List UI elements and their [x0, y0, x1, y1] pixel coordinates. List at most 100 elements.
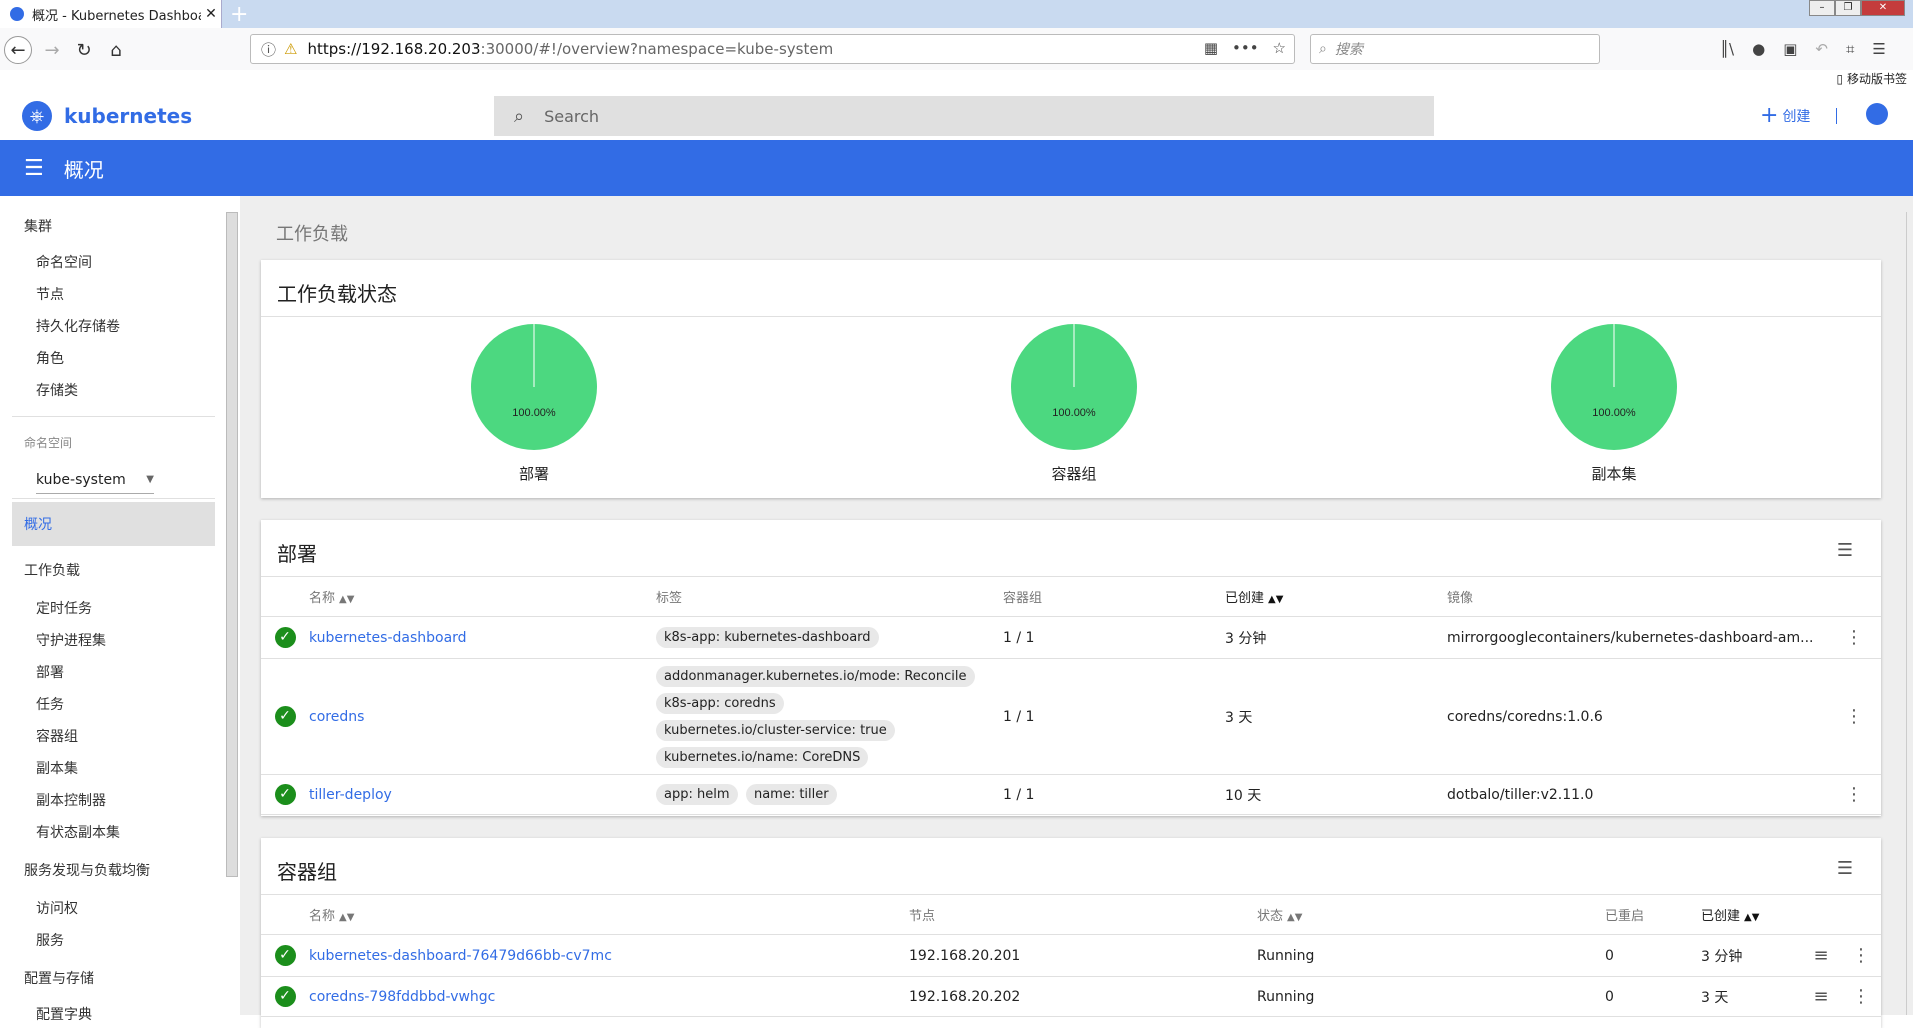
- mobile-bookmarks-label: 移动版书签: [1846, 72, 1907, 86]
- label-chip: name: tiller: [745, 784, 837, 805]
- qr-code-icon[interactable]: ▦: [1204, 39, 1218, 57]
- namespace-label: 命名空间: [24, 436, 73, 450]
- new-tab-icon[interactable]: +: [230, 2, 248, 27]
- namespace-value: kube-system: [36, 471, 126, 488]
- label-chip: k8s-app: kubernetes-dashboard: [656, 627, 879, 648]
- sidebar-item-overview-label: 概况: [24, 517, 52, 533]
- sidebar-section-cluster[interactable]: 集群: [24, 216, 52, 236]
- column-created[interactable]: 已创建 ▲▼: [1225, 576, 1447, 617]
- tab-close-icon[interactable]: ✕: [201, 6, 221, 22]
- table-row: ✓ coredns-798fddbbd-vwhgc 192.168.20.202…: [261, 976, 1881, 1017]
- browser-tab-title: 概况 - Kubernetes Dashboard: [32, 8, 201, 24]
- app-search-placeholder: Search: [544, 106, 600, 126]
- undo-icon[interactable]: ↶: [1815, 40, 1828, 58]
- table-row: ✓ kubernetes-dashboard k8s-app: kubernet…: [261, 616, 1881, 659]
- restart-count: 0: [1605, 976, 1701, 1017]
- more-actions-icon[interactable]: ⋮: [1827, 658, 1881, 775]
- sidebar-item-storage-classes[interactable]: 存储类: [36, 380, 78, 400]
- page-title: 概况: [63, 157, 104, 182]
- namespace-select[interactable]: kube-system ▼: [36, 466, 154, 494]
- more-actions-icon[interactable]: ⋮: [1827, 774, 1881, 815]
- image-name: mirrorgooglecontainers/kubernetes-dashbo…: [1447, 616, 1827, 659]
- pod-name-link[interactable]: kubernetes-dashboard-76479d66bb-cv7mc: [309, 948, 612, 964]
- deployment-name-link[interactable]: coredns: [309, 709, 364, 725]
- created-age: 10 天: [1225, 774, 1447, 815]
- kubernetes-favicon-icon: [10, 7, 24, 21]
- main-scrollbar[interactable]: [1906, 212, 1913, 1015]
- sidebar-item-persistent-volumes[interactable]: 持久化存储卷: [36, 316, 120, 336]
- workload-status-title: 工作负载状态: [277, 282, 397, 306]
- sidebar-scrollbar[interactable]: [226, 212, 238, 877]
- minimize-icon[interactable]: –: [1809, 0, 1835, 16]
- column-pods: 容器组: [1003, 576, 1225, 617]
- deployments-pie-label: 部署: [518, 465, 549, 483]
- back-icon[interactable]: ←: [4, 36, 32, 64]
- page-actions-icon[interactable]: •••: [1232, 39, 1259, 57]
- site-info-icon[interactable]: ⓘ: [261, 39, 276, 60]
- more-actions-icon[interactable]: ⋮: [1841, 934, 1881, 977]
- sidebar-icon[interactable]: ▣: [1783, 40, 1797, 58]
- deployments-card: 部署 ☰ 名称 ▲▼ 标签 容器组 已创建 ▲▼ 镜像 ✓ kubernetes-d…: [261, 520, 1881, 816]
- sidebar-item-namespaces[interactable]: 命名空间: [36, 252, 92, 272]
- logs-icon[interactable]: ≡: [1801, 934, 1841, 977]
- window-close-icon[interactable]: ✕: [1861, 0, 1905, 16]
- reload-icon[interactable]: ↻: [70, 36, 98, 64]
- url-bar[interactable]: ⓘ ⚠ https://192.168.20.203 :30000/#!/ove…: [250, 34, 1295, 64]
- column-name[interactable]: 名称 ▲▼: [309, 894, 909, 935]
- account-icon[interactable]: [1866, 103, 1888, 125]
- table-row: ✓ tiller-deploy app: helm name: tiller 1…: [261, 774, 1881, 815]
- label-chip: kubernetes.io/cluster-service: true: [656, 719, 895, 741]
- browser-search-input[interactable]: ⌕ 搜索: [1310, 34, 1600, 64]
- create-button[interactable]: + 创建: [1760, 103, 1810, 128]
- deployment-name-link[interactable]: tiller-deploy: [309, 787, 392, 803]
- column-created[interactable]: 已创建 ▲▼: [1701, 894, 1801, 935]
- sidebar-item-nodes[interactable]: 节点: [36, 284, 64, 304]
- chat-icon[interactable]: ●: [1752, 40, 1765, 58]
- dropdown-arrow-icon: ▼: [146, 474, 154, 485]
- browser-tab[interactable]: 概况 - Kubernetes Dashboard ✕: [0, 0, 222, 28]
- deployment-name-link[interactable]: kubernetes-dashboard: [309, 630, 467, 646]
- replica-sets-pie-label: 副本集: [1591, 465, 1637, 483]
- more-actions-icon[interactable]: ⋮: [1841, 976, 1881, 1017]
- crop-icon[interactable]: ⌗: [1846, 40, 1854, 58]
- pods-pie-label: 容器组: [1051, 465, 1097, 483]
- kubernetes-logo[interactable]: ⎈ kubernetes: [22, 101, 192, 131]
- more-actions-icon[interactable]: ⋮: [1827, 616, 1881, 659]
- status-ok-icon: ✓: [274, 627, 296, 648]
- home-icon[interactable]: ⌂: [102, 36, 130, 64]
- created-age: 3 分钟: [1701, 934, 1801, 977]
- logs-icon[interactable]: ≡: [1801, 976, 1841, 1017]
- label-chip: addonmanager.kubernetes.io/mode: Reconci…: [656, 665, 975, 687]
- card-divider: [261, 316, 1881, 317]
- create-label: 创建: [1782, 108, 1811, 125]
- url-host: https://192.168.20.203: [307, 40, 481, 58]
- column-labels: 标签: [656, 576, 1003, 617]
- sidebar-divider: [12, 498, 215, 499]
- app-menu-icon[interactable]: ☰: [1872, 40, 1885, 58]
- library-icon[interactable]: ║\: [1720, 40, 1734, 58]
- sidebar-divider: [12, 416, 215, 417]
- pods-count: 1 / 1: [1003, 658, 1225, 775]
- pod-name-link[interactable]: coredns-798fddbbd-vwhgc: [309, 989, 495, 1005]
- mobile-bookmarks[interactable]: ▯ 移动版书签: [1837, 70, 1907, 87]
- maximize-icon[interactable]: ❐: [1835, 0, 1861, 16]
- status-ok-icon: ✓: [274, 945, 296, 966]
- column-created-label: 已创建: [1701, 909, 1741, 924]
- sidebar-item-overview[interactable]: 概况: [12, 502, 215, 546]
- image-name: coredns/coredns:1.0.6: [1447, 658, 1827, 775]
- filter-icon[interactable]: ☰: [1837, 858, 1853, 879]
- app-header: ⎈ kubernetes ⌕ Search + 创建: [0, 90, 1913, 140]
- bookmark-star-icon[interactable]: ☆: [1273, 39, 1286, 57]
- forward-icon[interactable]: →: [38, 36, 66, 64]
- sidebar-item-roles[interactable]: 角色: [36, 348, 64, 368]
- pod-status: Running: [1257, 934, 1605, 977]
- hamburger-menu-icon[interactable]: ☰: [24, 156, 44, 181]
- node-ip: 192.168.20.201: [909, 934, 1257, 977]
- created-age: 3 分钟: [1225, 616, 1447, 659]
- app-search-input[interactable]: ⌕ Search: [494, 96, 1434, 136]
- column-name[interactable]: 名称 ▲▼: [309, 576, 656, 617]
- sort-icon: ▲▼: [339, 594, 355, 605]
- insecure-lock-icon: ⚠: [284, 40, 298, 58]
- column-status[interactable]: 状态 ▲▼: [1257, 894, 1605, 935]
- filter-icon[interactable]: ☰: [1837, 540, 1853, 561]
